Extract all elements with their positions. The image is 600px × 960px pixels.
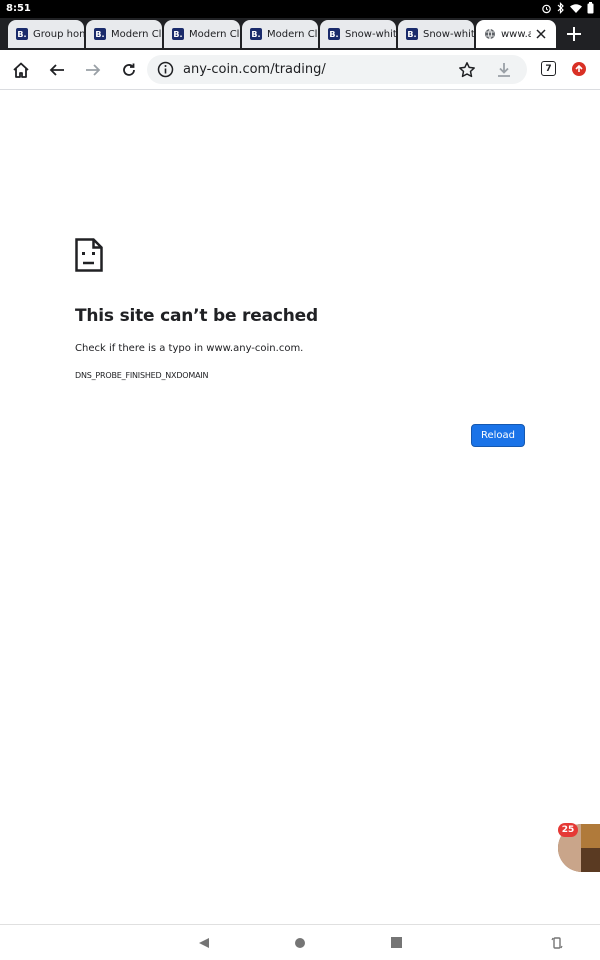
extension-button[interactable] xyxy=(572,62,586,76)
back-button[interactable] xyxy=(47,60,67,80)
refresh-icon xyxy=(123,63,135,76)
bookmark-star-icon[interactable] xyxy=(458,61,476,79)
nav-recents-icon[interactable] xyxy=(391,937,402,948)
sad-document-icon xyxy=(75,238,103,272)
tab-label: Snow-whit xyxy=(345,28,396,40)
status-time: 8:51 xyxy=(6,3,31,14)
tab-label: Snow-whit xyxy=(423,28,474,40)
error-message: Check if there is a typo in www.any-coin… xyxy=(75,343,304,354)
tab-label: Modern Cl xyxy=(267,28,318,40)
tab-favicon: B. xyxy=(406,28,418,40)
bluetooth-icon xyxy=(557,2,564,14)
chat-avatar-photo xyxy=(581,824,600,848)
tab-label: www.a xyxy=(501,28,531,40)
tab-modern-cl-2[interactable]: B. Modern Cl xyxy=(164,20,240,48)
battery-icon xyxy=(587,2,594,14)
url-text[interactable]: any-coin.com/trading/ xyxy=(183,62,326,77)
nav-home-icon[interactable] xyxy=(295,938,305,948)
arrow-left-icon xyxy=(49,64,64,76)
nav-back-icon[interactable] xyxy=(198,937,210,949)
tab-switcher-button[interactable]: 7 xyxy=(541,61,556,76)
arrow-up-icon xyxy=(575,65,583,72)
tab-snow-whit-2[interactable]: B. Snow-whit xyxy=(398,20,474,48)
toolbar: any-coin.com/trading/ 7 xyxy=(0,50,600,90)
new-tab-icon[interactable] xyxy=(564,24,584,44)
rotate-icon[interactable] xyxy=(551,936,563,950)
system-nav-bar xyxy=(0,924,600,960)
forward-button[interactable] xyxy=(83,60,103,80)
wifi-icon xyxy=(570,3,582,13)
tab-favicon: B. xyxy=(250,28,262,40)
tab-strip: B. Group hon B. Modern Cl B. Modern Cl B… xyxy=(0,18,600,50)
tab-favicon: B. xyxy=(172,28,184,40)
tab-favicon: B. xyxy=(94,28,106,40)
status-bar: 8:51 xyxy=(0,0,600,18)
notification-badge: 25 xyxy=(558,823,578,837)
tab-modern-cl-3[interactable]: B. Modern Cl xyxy=(242,20,318,48)
close-icon[interactable] xyxy=(534,27,548,41)
chat-avatar-photo xyxy=(581,848,600,872)
tab-label: Modern Cl xyxy=(111,28,162,40)
home-icon xyxy=(13,62,29,78)
download-icon[interactable] xyxy=(495,61,513,79)
info-icon[interactable] xyxy=(157,61,174,78)
alarm-icon xyxy=(542,4,551,13)
status-icons xyxy=(541,2,594,14)
tab-label: Group hon xyxy=(33,28,84,40)
arrow-right-icon xyxy=(86,64,101,76)
tab-snow-whit-1[interactable]: B. Snow-whit xyxy=(320,20,396,48)
error-title: This site can’t be reached xyxy=(75,306,318,326)
tab-active[interactable]: www.a xyxy=(476,20,556,48)
tab-favicon: B. xyxy=(16,28,28,40)
tab-group-hon[interactable]: B. Group hon xyxy=(8,20,84,48)
reload-button[interactable]: Reload xyxy=(471,424,525,447)
refresh-button[interactable] xyxy=(119,60,139,80)
home-button[interactable] xyxy=(11,60,31,80)
globe-icon xyxy=(485,28,495,40)
tab-favicon: B. xyxy=(328,28,340,40)
tab-label: Modern Cl xyxy=(189,28,240,40)
omnibox[interactable]: any-coin.com/trading/ xyxy=(147,55,527,84)
error-code: DNS_PROBE_FINISHED_NXDOMAIN xyxy=(75,371,209,380)
tab-modern-cl-1[interactable]: B. Modern Cl xyxy=(86,20,162,48)
